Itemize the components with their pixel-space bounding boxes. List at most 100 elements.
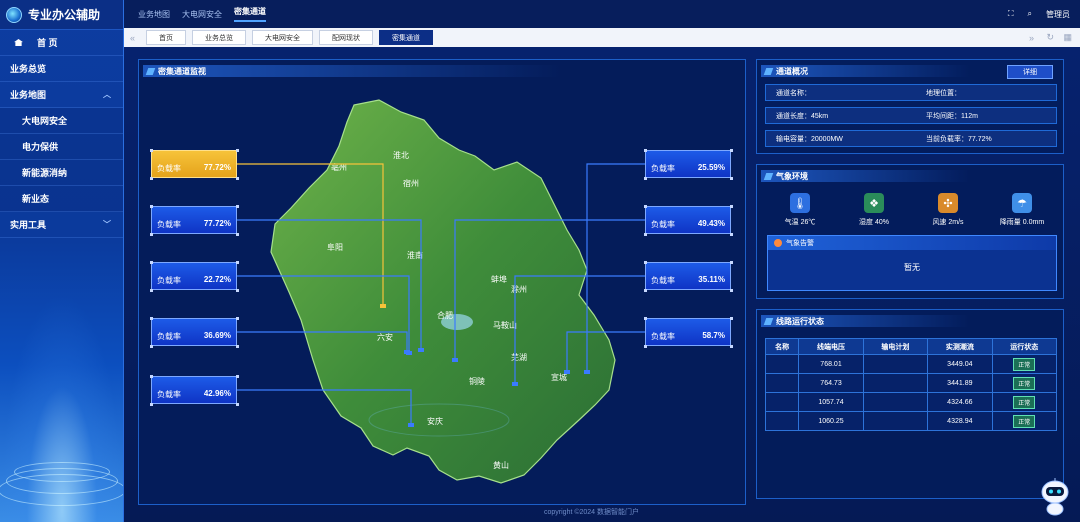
table-row[interactable]: 1060.25 4328.94 正常 xyxy=(764,411,1058,431)
table-row[interactable]: 764.73 3441.89 正常 xyxy=(764,373,1058,393)
corner-marker xyxy=(730,289,733,292)
box-header xyxy=(152,263,236,275)
city-label: 安庆 xyxy=(427,416,443,426)
sidebar-item-power-supply[interactable]: 电力保供 xyxy=(0,134,123,160)
load-rate-box[interactable]: 负载率 58.7% xyxy=(644,317,733,348)
load-rate-label: 负载率 xyxy=(157,276,181,285)
leader-endpoint xyxy=(512,382,518,386)
city-label: 铜陵 xyxy=(469,376,485,386)
page-tab-distribution[interactable]: 配网现状 xyxy=(319,30,373,45)
search-icon[interactable]: ⌕ xyxy=(1028,9,1032,19)
title-marker-icon xyxy=(763,318,774,325)
load-rate-box[interactable]: 负载率 22.72% xyxy=(150,261,239,292)
cell-name xyxy=(764,411,800,431)
corner-marker xyxy=(236,261,239,264)
sidebar-item-home[interactable]: 首 页 xyxy=(0,30,123,56)
corner-marker xyxy=(236,205,239,208)
refresh-icon[interactable]: ↻ xyxy=(1046,32,1054,43)
corner-marker xyxy=(150,205,153,208)
load-rate-value: 25.59% xyxy=(697,163,725,172)
load-rate-label: 负载率 xyxy=(157,220,181,229)
leader-endpoint xyxy=(380,304,386,308)
page-tab-dense-channel[interactable]: 密集通道 xyxy=(379,30,433,45)
corner-marker xyxy=(236,403,239,406)
page-tab-overview[interactable]: 业务总览 xyxy=(192,30,246,45)
corner-marker xyxy=(644,317,647,320)
weather-value: 2m/s xyxy=(948,219,964,226)
leader-endpoint xyxy=(404,350,410,354)
chevron-up-icon: ︿ xyxy=(103,90,111,99)
tab-dense-channel[interactable]: 密集通道 xyxy=(234,6,266,22)
load-rate-box[interactable]: 负载率 25.59% xyxy=(644,149,733,180)
assistant-robot-icon[interactable] xyxy=(1038,478,1072,516)
city-label: 阜阳 xyxy=(327,242,343,252)
grid-menu-icon[interactable]: ▦ xyxy=(1063,32,1072,43)
tab-grid-safety[interactable]: 大电网安全 xyxy=(182,9,222,20)
load-rate-label: 负载率 xyxy=(651,164,675,173)
city-label: 芜湖 xyxy=(511,352,527,362)
corner-marker xyxy=(150,149,153,152)
load-rate-box[interactable]: 负载率 35.11% xyxy=(644,261,733,292)
corner-marker xyxy=(644,149,647,152)
column-header: 线端电压 xyxy=(798,338,864,355)
weather-wind: ✣ 风速 2m/s xyxy=(917,193,979,227)
corner-marker xyxy=(730,261,733,264)
channel-overview-panel: 通道概况 详细 通道名称： 地理位置： 通道长度：45km 平均间距：112m … xyxy=(756,59,1064,154)
load-rate-box[interactable]: 负载率 77.72% xyxy=(150,205,239,236)
load-rate-value: 35.11% xyxy=(698,275,725,284)
box-row: 负载率 42.96% xyxy=(152,389,236,400)
table-row[interactable]: 1057.74 4324.66 正常 xyxy=(764,392,1058,412)
weather-value: 0.0mm xyxy=(1022,219,1045,226)
box-header xyxy=(152,151,236,163)
cell-voltage: 764.73 xyxy=(798,373,864,393)
corner-marker xyxy=(150,345,153,348)
overview-title-text: 通道概况 xyxy=(776,67,808,76)
cell-status: 正常 xyxy=(991,373,1058,393)
page-tab-grid-safety[interactable]: 大电网安全 xyxy=(252,30,313,45)
page-tab-home[interactable]: 首页 xyxy=(146,30,186,45)
status-badge: 正常 xyxy=(1013,414,1036,428)
channel-length: 通道长度：45km xyxy=(776,112,829,120)
corner-marker xyxy=(236,177,239,180)
leader-endpoint xyxy=(564,370,570,374)
channel-spacing: 平均间距：112m xyxy=(926,112,978,120)
tabs-scroll-left-icon[interactable]: « xyxy=(130,33,135,43)
sidebar-item-business-map[interactable]: 业务地图 ︿ xyxy=(0,82,123,108)
sidebar-item-label: 新业态 xyxy=(22,194,50,204)
sidebar-item-tools[interactable]: 实用工具 ﹀ xyxy=(0,212,123,238)
load-rate-box[interactable]: 负载率 36.69% xyxy=(150,317,239,348)
table-row[interactable]: 768.01 3449.04 正常 xyxy=(764,354,1058,374)
map-panel: 密集通道监视 淮北 亳州 宿州 阜阳 淮南 蚌埠 合肥 滁州 六安 马鞍山 芜湖 铜陵 安庆 宣城 黄山 负… xyxy=(138,59,746,505)
status-badge: 正常 xyxy=(1013,357,1036,371)
cell-voltage: 768.01 xyxy=(798,354,864,374)
sidebar-item-label: 新能源消纳 xyxy=(22,168,68,178)
title-marker-icon xyxy=(763,68,774,75)
detail-button[interactable]: 详细 xyxy=(1007,65,1053,79)
box-row: 负载率 22.72% xyxy=(152,275,236,286)
leader-endpoint xyxy=(452,358,458,362)
load-rate-box[interactable]: 负载率 42.96% xyxy=(150,375,239,406)
tabs-scroll-right-icon[interactable]: » xyxy=(1029,33,1034,43)
province-shape xyxy=(270,99,616,484)
sidebar-item-grid-safety[interactable]: 大电网安全 xyxy=(0,108,123,134)
line-status-table: 名称 线端电压 输电计划 实测潮流 运行状态 768.01 3449.04 正常 xyxy=(764,338,1058,431)
city-label: 滁州 xyxy=(511,284,527,294)
lines-title-text: 线路运行状态 xyxy=(776,317,824,326)
sidebar-item-label: 首 页 xyxy=(37,38,58,48)
column-header: 实测潮流 xyxy=(927,338,993,355)
user-name[interactable]: 管理员 xyxy=(1046,9,1070,20)
sidebar-item-overview[interactable]: 业务总览 xyxy=(0,56,123,82)
fan-icon: ✣ xyxy=(938,193,958,213)
sidebar-item-label: 业务总览 xyxy=(10,64,47,74)
tab-business-map[interactable]: 业务地图 xyxy=(138,9,170,20)
load-rate-box[interactable]: 负载率 77.72% xyxy=(150,149,239,180)
weather-title-text: 气象环境 xyxy=(776,172,808,181)
channel-load-rate: 当前负载率：77.72% xyxy=(926,135,992,143)
corner-marker xyxy=(150,289,153,292)
sidebar-item-new-business[interactable]: 新业态 xyxy=(0,186,123,212)
sidebar-item-new-energy[interactable]: 新能源消纳 xyxy=(0,160,123,186)
load-rate-box[interactable]: 负载率 49.43% xyxy=(644,205,733,236)
load-rate-value: 77.72% xyxy=(203,163,231,172)
fullscreen-icon[interactable]: ⛶ xyxy=(1008,9,1014,19)
load-rate-label: 负载率 xyxy=(651,332,675,341)
